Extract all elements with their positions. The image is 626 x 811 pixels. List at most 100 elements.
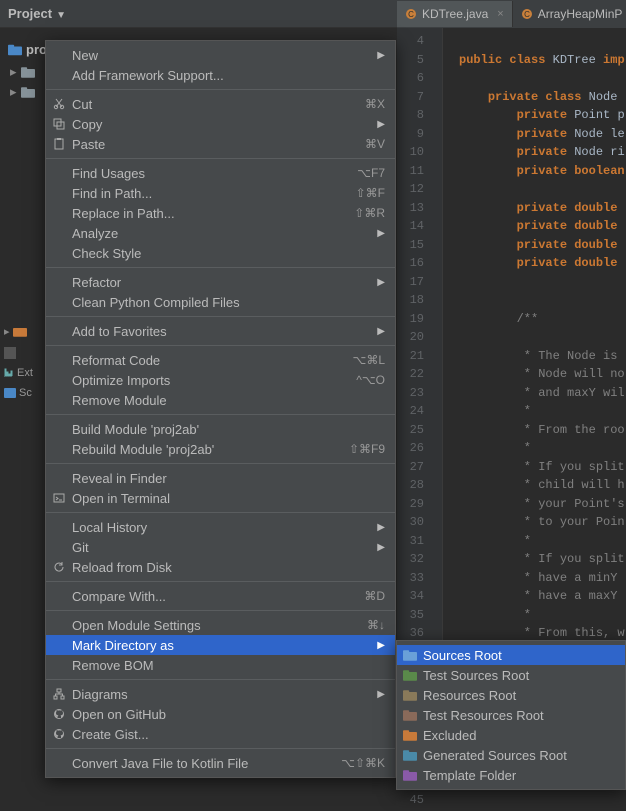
code-line[interactable]: private double <box>459 256 626 275</box>
code-line[interactable]: * have a maxY <box>459 589 626 608</box>
ext-tool[interactable]: Ext <box>0 362 33 384</box>
menu-item[interactable]: Open Module Settings⌘↓ <box>46 615 395 635</box>
code-line[interactable]: private double <box>459 201 626 220</box>
menu-item[interactable]: Paste⌘V <box>46 134 395 154</box>
submenu-arrow-icon: ▶ <box>377 689 385 700</box>
code-line[interactable]: * child will h <box>459 478 626 497</box>
project-tool-label[interactable]: Project▼ <box>0 6 74 21</box>
code-line[interactable]: private Point p <box>459 108 626 127</box>
menu-item[interactable]: Remove BOM <box>46 655 395 675</box>
submenu-item[interactable]: Template Folder <box>397 765 625 785</box>
menu-item[interactable]: Reformat Code⌥⌘L <box>46 350 395 370</box>
tab-kdtree[interactable]: C KDTree.java × <box>397 1 513 27</box>
menu-item[interactable]: Copy▶ <box>46 114 395 134</box>
cut-icon <box>52 97 66 111</box>
menu-shortcut: ⇧⌘F9 <box>349 442 385 456</box>
menu-separator <box>46 89 395 90</box>
menu-item[interactable]: Diagrams▶ <box>46 684 395 704</box>
code-line[interactable]: private double <box>459 238 626 257</box>
menu-item-label: Clean Python Compiled Files <box>72 295 240 310</box>
code-line[interactable]: * your Point's <box>459 497 626 516</box>
menu-item[interactable]: Replace in Path...⇧⌘R <box>46 203 395 223</box>
code-line[interactable]: * If you split <box>459 552 626 571</box>
code-line[interactable]: * If you split <box>459 460 626 479</box>
menu-item[interactable]: Build Module 'proj2ab' <box>46 419 395 439</box>
submenu-item[interactable]: Excluded <box>397 725 625 745</box>
menu-item[interactable]: Check Style <box>46 243 395 263</box>
menu-item[interactable]: Add to Favorites▶ <box>46 321 395 341</box>
github-icon <box>52 727 66 741</box>
menu-item[interactable]: Open in Terminal <box>46 488 395 508</box>
submenu-item[interactable]: Resources Root <box>397 685 625 705</box>
code-line[interactable]: * <box>459 534 626 553</box>
menu-item[interactable]: Mark Directory as▶ <box>46 635 395 655</box>
code-line[interactable] <box>459 275 626 294</box>
line-number: 34 <box>397 589 442 608</box>
context-menu: New▶Add Framework Support... Cut⌘XCopy▶Pa… <box>45 40 396 778</box>
tab-arrayheap[interactable]: C ArrayHeapMinP <box>513 1 626 27</box>
project-tree[interactable]: ▸ ▸ <box>10 62 35 102</box>
line-number: 45 <box>397 793 442 811</box>
scratches-tool[interactable]: Sc <box>0 382 32 404</box>
menu-item[interactable]: Reload from Disk <box>46 557 395 577</box>
folder-icon <box>403 748 417 762</box>
code-line[interactable]: /** <box>459 312 626 331</box>
code-line[interactable]: * <box>459 608 626 627</box>
submenu-arrow-icon: ▶ <box>377 542 385 553</box>
submenu-item[interactable]: Generated Sources Root <box>397 745 625 765</box>
code-line[interactable]: private Node le <box>459 127 626 146</box>
menu-item[interactable]: Refactor▶ <box>46 272 395 292</box>
menu-item[interactable]: Find Usages⌥F7 <box>46 163 395 183</box>
svg-text:C: C <box>524 10 530 19</box>
submenu-item[interactable]: Test Resources Root <box>397 705 625 725</box>
submenu-item[interactable]: Test Sources Root <box>397 665 625 685</box>
code-line[interactable] <box>459 34 626 53</box>
code-line[interactable]: * <box>459 441 626 460</box>
line-number: 23 <box>397 386 442 405</box>
menu-item[interactable]: Analyze▶ <box>46 223 395 243</box>
expand-folder-icon[interactable]: ▸ <box>0 320 27 342</box>
menu-item[interactable]: Open on GitHub <box>46 704 395 724</box>
menu-item[interactable]: Add Framework Support... <box>46 65 395 85</box>
code-line[interactable]: public class KDTree imp <box>459 53 626 72</box>
menu-item[interactable]: New▶ <box>46 45 395 65</box>
menu-item[interactable]: Clean Python Compiled Files <box>46 292 395 312</box>
menu-separator <box>46 610 395 611</box>
menu-item-label: Mark Directory as <box>72 638 174 653</box>
submenu-item[interactable]: Sources Root <box>397 645 625 665</box>
menu-item-label: Reformat Code <box>72 353 160 368</box>
code-line[interactable]: * From the roo <box>459 423 626 442</box>
code-line[interactable]: * Node will no <box>459 367 626 386</box>
code-line[interactable]: * The Node is <box>459 349 626 368</box>
close-icon[interactable]: × <box>497 8 503 20</box>
code-line[interactable]: private boolean <box>459 164 626 183</box>
menu-item[interactable]: Convert Java File to Kotlin File⌥⇧⌘K <box>46 753 395 773</box>
folder-icon <box>403 648 417 662</box>
code-line[interactable]: private double <box>459 219 626 238</box>
code-line[interactable]: * to your Poin <box>459 515 626 534</box>
code-line[interactable]: * have a minY <box>459 571 626 590</box>
menu-item[interactable]: Remove Module <box>46 390 395 410</box>
menu-item[interactable]: Find in Path...⇧⌘F <box>46 183 395 203</box>
code-line[interactable] <box>459 330 626 349</box>
code-line[interactable] <box>459 71 626 90</box>
code-line[interactable] <box>459 293 626 312</box>
menu-item[interactable]: Cut⌘X <box>46 94 395 114</box>
menu-item-label: Optimize Imports <box>72 373 170 388</box>
submenu-item-label: Test Sources Root <box>423 668 529 683</box>
menu-item[interactable]: Reveal in Finder <box>46 468 395 488</box>
menu-item-label: Find Usages <box>72 166 145 181</box>
code-line[interactable]: private class Node <box>459 90 626 109</box>
code-line[interactable]: private Node ri <box>459 145 626 164</box>
code-line[interactable]: * and maxY wil <box>459 386 626 405</box>
code-line[interactable] <box>459 182 626 201</box>
menu-shortcut: ⌘V <box>365 137 385 151</box>
code-line[interactable]: * <box>459 404 626 423</box>
menu-item[interactable]: Optimize Imports^⌥O <box>46 370 395 390</box>
line-number: 28 <box>397 478 442 497</box>
menu-item[interactable]: Compare With...⌘D <box>46 586 395 606</box>
menu-item[interactable]: Local History▶ <box>46 517 395 537</box>
menu-item[interactable]: Create Gist... <box>46 724 395 744</box>
menu-item[interactable]: Rebuild Module 'proj2ab'⇧⌘F9 <box>46 439 395 459</box>
menu-item[interactable]: Git▶ <box>46 537 395 557</box>
